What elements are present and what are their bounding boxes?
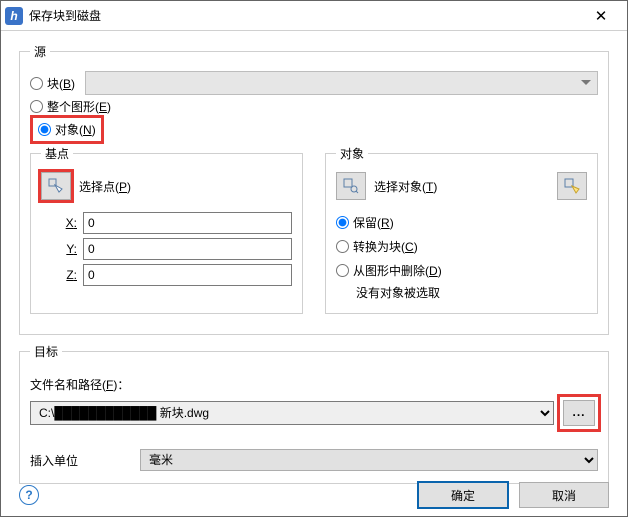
quick-select-icon xyxy=(564,178,580,194)
group-target-legend: 目标 xyxy=(30,343,62,360)
titlebar: h 保存块到磁盘 ✕ xyxy=(1,1,627,31)
select-objects-icon xyxy=(343,178,359,194)
unit-row: 插入单位 毫米 xyxy=(30,449,598,471)
coord-y-row: Y: xyxy=(41,238,292,260)
radio-delete-label: 从图形中删除(D) xyxy=(353,262,442,279)
window-title: 保存块到磁盘 xyxy=(29,7,579,24)
radio-objects-label: 对象(N) xyxy=(55,121,96,138)
group-source-legend: 源 xyxy=(30,43,50,60)
path-combo[interactable]: C:\████████████ 新块.dwg xyxy=(30,401,554,425)
radio-retain[interactable] xyxy=(336,216,349,229)
pick-point-label: 选择点(P) xyxy=(79,178,131,195)
client-area: 源 块(B) 整个图形(E) 对象(N) 基点 xyxy=(1,31,627,502)
radio-objects-row[interactable]: 对象(N) xyxy=(30,119,598,139)
no-objects-note: 没有对象被选取 xyxy=(356,284,587,301)
source-columns: 基点 选择点(P) X: xyxy=(30,145,598,322)
pick-point-icon xyxy=(48,178,64,194)
path-row: C:\████████████ 新块.dwg ... xyxy=(30,397,598,429)
radio-convert-label: 转换为块(C) xyxy=(353,238,418,255)
select-objects-button[interactable] xyxy=(336,172,366,200)
radio-drawing[interactable] xyxy=(30,100,43,113)
radio-block-row[interactable]: 块(B) xyxy=(30,73,598,93)
close-button[interactable]: ✕ xyxy=(579,2,623,30)
radio-block-label: 块(B) xyxy=(47,75,75,92)
radio-objects[interactable] xyxy=(38,123,51,136)
pick-point-button[interactable] xyxy=(41,172,71,200)
dialog-window: h 保存块到磁盘 ✕ 源 块(B) 整个图形(E) 对象(N) xyxy=(0,0,628,517)
footer: ? 确定 取消 xyxy=(1,474,627,516)
radio-delete-row[interactable]: 从图形中删除(D) xyxy=(336,260,587,280)
coord-z-row: Z: xyxy=(41,264,292,286)
unit-label: 插入单位 xyxy=(30,452,140,469)
coord-y-input[interactable] xyxy=(83,238,292,260)
radio-retain-row[interactable]: 保留(R) xyxy=(336,212,587,232)
select-objects-row: 选择对象(T) xyxy=(336,172,587,200)
coord-z-label: Z: xyxy=(41,268,77,282)
radio-block[interactable] xyxy=(30,77,43,90)
radio-drawing-row[interactable]: 整个图形(E) xyxy=(30,96,598,116)
group-objects: 对象 选择对象(T) xyxy=(325,145,598,314)
browse-highlight: ... xyxy=(560,397,598,429)
ok-button[interactable]: 确定 xyxy=(417,481,509,509)
coord-x-input[interactable] xyxy=(83,212,292,234)
radio-drawing-label: 整个图形(E) xyxy=(47,98,111,115)
group-basepoint: 基点 选择点(P) X: xyxy=(30,145,303,314)
group-target: 目标 文件名和路径(F)： C:\████████████ 新块.dwg ...… xyxy=(19,343,609,484)
radio-retain-label: 保留(R) xyxy=(353,214,394,231)
cancel-button[interactable]: 取消 xyxy=(519,482,609,508)
group-source: 源 块(B) 整个图形(E) 对象(N) 基点 xyxy=(19,43,609,335)
coord-x-label: X: xyxy=(41,216,77,230)
block-combo[interactable] xyxy=(85,71,598,95)
pick-point-row: 选择点(P) xyxy=(41,172,292,200)
unit-combo[interactable]: 毫米 xyxy=(140,449,598,471)
coord-y-label: Y: xyxy=(41,242,77,256)
coord-x-row: X: xyxy=(41,212,292,234)
path-label: 文件名和路径(F)： xyxy=(30,376,598,393)
browse-button[interactable]: ... xyxy=(563,400,595,426)
select-objects-label: 选择对象(T) xyxy=(374,178,437,195)
group-basepoint-legend: 基点 xyxy=(41,145,73,162)
quick-select-button[interactable] xyxy=(557,172,587,200)
help-button[interactable]: ? xyxy=(19,485,39,505)
radio-convert[interactable] xyxy=(336,240,349,253)
radio-delete[interactable] xyxy=(336,264,349,277)
app-icon: h xyxy=(5,7,23,25)
radio-objects-highlight: 对象(N) xyxy=(30,115,104,144)
coord-z-input[interactable] xyxy=(83,264,292,286)
group-objects-legend: 对象 xyxy=(336,145,368,162)
radio-convert-row[interactable]: 转换为块(C) xyxy=(336,236,587,256)
